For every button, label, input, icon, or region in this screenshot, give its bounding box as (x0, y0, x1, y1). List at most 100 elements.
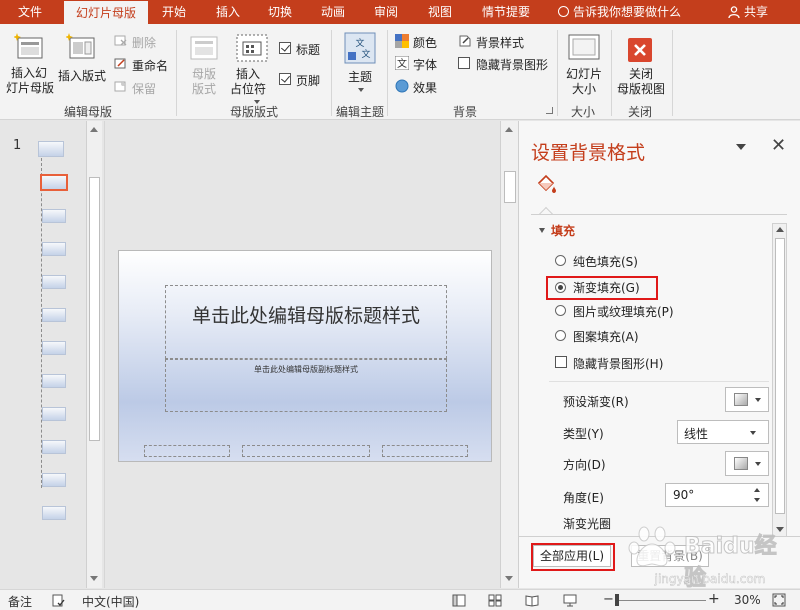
chevron-down-icon[interactable] (358, 88, 364, 92)
close-master-view-button[interactable]: 关闭 母版视图 (614, 67, 668, 97)
pane-title: 设置背景格式 (531, 142, 646, 164)
gradient-fill-radio[interactable] (555, 282, 566, 293)
scrollbar-thumb[interactable] (89, 177, 100, 441)
delete-button[interactable]: 删除 (132, 34, 156, 51)
direction-dropdown[interactable] (725, 451, 769, 476)
thumbnail-pane: 1 (0, 121, 104, 588)
language-indicator[interactable]: 中文(中国) (82, 593, 139, 610)
close-icon[interactable]: ✕ (771, 135, 786, 156)
slide-scrollbar[interactable] (500, 121, 518, 588)
zoom-level[interactable]: 30% (734, 593, 761, 607)
highlight-box (531, 543, 615, 571)
spin-down-icon[interactable] (754, 498, 760, 502)
colors-button[interactable]: 颜色 (413, 34, 437, 51)
footer-placeholder[interactable] (242, 445, 370, 457)
themes-button[interactable]: 主题 (348, 68, 372, 85)
title-checkbox[interactable] (279, 42, 291, 54)
layout-thumbnail[interactable] (42, 341, 66, 355)
dialog-launcher-icon[interactable] (546, 107, 553, 114)
background-styles-button[interactable]: 背景样式 (476, 34, 524, 51)
master-layout-button[interactable]: 母版 版式 (190, 67, 218, 97)
scroll-up-icon[interactable] (776, 227, 784, 232)
solid-fill-radio[interactable] (555, 255, 566, 266)
tab-file[interactable]: 文件 (0, 0, 60, 24)
slide-canvas[interactable]: 单击此处编辑母版标题样式 单击此处编辑母版副标题样式 (118, 250, 492, 462)
tab-storyboarding[interactable]: 情节提要 (474, 0, 538, 24)
hide-background-graphics-checkbox[interactable] (458, 57, 470, 69)
tell-me-label: 告诉我你想要做什么 (573, 5, 682, 19)
rename-button[interactable]: 重命名 (132, 57, 168, 74)
tell-me-search[interactable]: 告诉我你想要做什么 (558, 0, 681, 24)
tab-view[interactable]: 视图 (418, 0, 462, 24)
fill-section-header[interactable]: 填充 (539, 222, 575, 239)
pane-options-chevron-icon[interactable] (736, 144, 746, 150)
slide-number-placeholder[interactable] (382, 445, 468, 457)
zoom-out-button[interactable]: − (603, 592, 614, 607)
subtitle-placeholder[interactable]: 单击此处编辑母版副标题样式 (165, 359, 447, 412)
pane-scrollbar[interactable] (772, 223, 787, 537)
insert-placeholder-button[interactable]: 插入 占位符 (228, 67, 268, 97)
scrollbar-thumb[interactable] (504, 171, 516, 203)
layout-thumbnail[interactable] (42, 407, 66, 421)
master-thumbnail[interactable] (38, 141, 64, 157)
scroll-up-icon[interactable] (505, 127, 513, 132)
scroll-down-icon[interactable] (90, 576, 98, 581)
slideshow-icon[interactable] (563, 594, 577, 607)
picture-fill-label: 图片或纹理填充(P) (573, 305, 674, 319)
share-button[interactable]: 共享 (728, 0, 768, 24)
date-placeholder[interactable] (144, 445, 230, 457)
title-placeholder[interactable]: 单击此处编辑母版标题样式 (165, 285, 447, 359)
collapse-triangle-icon (539, 228, 545, 233)
layout-thumbnail[interactable] (42, 242, 66, 256)
layout-thumbnail[interactable] (42, 440, 66, 454)
layout-thumbnail[interactable] (42, 275, 66, 289)
layout-thumbnail[interactable] (40, 174, 68, 191)
tab-animations[interactable]: 动画 (311, 0, 355, 24)
hide-background-checkbox[interactable] (555, 356, 567, 368)
scroll-down-icon[interactable] (505, 576, 513, 581)
scroll-up-icon[interactable] (90, 127, 98, 132)
spin-up-icon[interactable] (754, 488, 760, 492)
insert-layout-button[interactable]: 插入版式 (58, 67, 106, 84)
slide-number: 1 (13, 138, 22, 153)
spell-check-icon[interactable] (52, 594, 65, 607)
tab-review[interactable]: 审阅 (364, 0, 408, 24)
layout-thumbnail[interactable] (42, 374, 66, 388)
reset-background-button[interactable]: 重置背景(B) (631, 545, 709, 567)
layout-thumbnail[interactable] (42, 209, 66, 223)
ribbon: 插入幻 灯片母版 插入版式 删除 重命名 保留 编辑母版 母版 版式 插入 占位… (0, 24, 800, 120)
type-dropdown[interactable]: 线性 (677, 420, 769, 444)
insert-slide-master-button[interactable]: 插入幻 灯片母版 (6, 66, 54, 96)
zoom-slider[interactable] (616, 600, 706, 601)
fonts-button[interactable]: 字体 (413, 56, 437, 73)
notes-button[interactable]: 备注 (8, 593, 32, 610)
picture-fill-radio[interactable] (555, 305, 566, 316)
zoom-in-button[interactable]: + (708, 591, 720, 607)
scroll-down-icon[interactable] (776, 527, 784, 532)
insert-placeholder-icon (236, 34, 268, 62)
pattern-fill-radio[interactable] (555, 330, 566, 341)
reading-view-icon[interactable] (525, 594, 539, 607)
group-separator (672, 30, 673, 116)
scrollbar-thumb[interactable] (775, 238, 785, 514)
footer-checkbox[interactable] (279, 73, 291, 85)
layout-thumbnail[interactable] (42, 473, 66, 487)
fit-to-window-icon[interactable] (772, 593, 786, 607)
tab-slide-master[interactable]: 幻灯片母版 (64, 1, 148, 24)
normal-view-icon[interactable] (452, 594, 466, 607)
group-close: 关闭 (628, 105, 653, 119)
slide-sorter-icon[interactable] (488, 594, 502, 607)
angle-spinner[interactable]: 90° (665, 483, 769, 507)
fill-bucket-icon[interactable] (535, 173, 557, 195)
tab-home[interactable]: 开始 (152, 0, 196, 24)
preset-gradient-dropdown[interactable] (725, 387, 769, 412)
slide-size-button[interactable]: 幻灯片 大小 (564, 67, 604, 97)
layout-thumbnail[interactable] (42, 506, 66, 520)
tab-insert[interactable]: 插入 (206, 0, 250, 24)
effects-button[interactable]: 效果 (413, 79, 437, 96)
tab-transitions[interactable]: 切换 (258, 0, 302, 24)
zoom-slider-thumb[interactable] (615, 594, 619, 606)
thumbnail-scrollbar[interactable] (86, 121, 102, 588)
preserve-button[interactable]: 保留 (132, 80, 156, 97)
layout-thumbnail[interactable] (42, 308, 66, 322)
